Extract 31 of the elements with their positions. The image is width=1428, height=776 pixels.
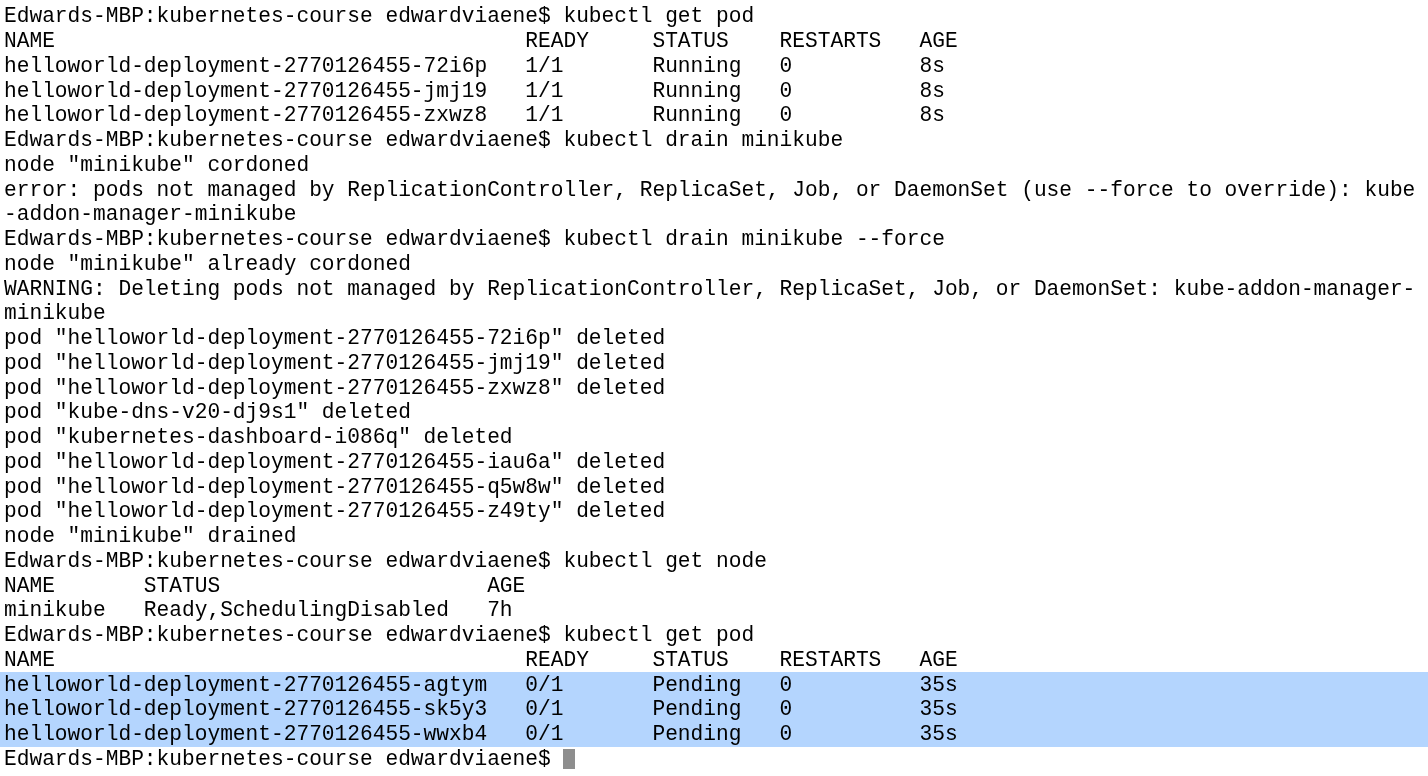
terminal-line: pod "helloworld-deployment-2770126455-72i6p" deleted <box>4 326 666 351</box>
terminal-line: Edwards-MBP:kubernetes-course edwardviaene$ kubectl get node <box>4 548 767 573</box>
terminal-line: Edwards-MBP:kubernetes-course edwardviaene$ kubectl get pod <box>4 623 755 648</box>
terminal-line: node "minikube" cordoned <box>4 152 310 177</box>
terminal-line: helloworld-deployment-2770126455-jmj19 1/1 Running 0 8s <box>4 78 945 103</box>
terminal-line: Edwards-MBP:kubernetes-course edwardviaene$ kubectl drain minikube --force <box>4 227 945 252</box>
terminal-line: pod "helloworld-deployment-2770126455-zxwz8" deleted <box>4 375 666 400</box>
terminal-line: Edwards-MBP:kubernetes-course edwardviaene$ kubectl drain minikube <box>4 128 844 153</box>
terminal-line: -addon-manager-minikube <box>4 202 297 227</box>
terminal-line: helloworld-deployment-2770126455-sk5y3 0/1 Pending 0 35s <box>4 697 958 722</box>
terminal-line: NAME STATUS AGE <box>4 573 526 598</box>
terminal-line: pod "helloworld-deployment-2770126455-jmj19" deleted <box>4 350 666 375</box>
terminal-line: helloworld-deployment-2770126455-72i6p 1/1 Running 0 8s <box>4 53 945 78</box>
terminal-line: pod "kubernetes-dashboard-i086q" deleted <box>4 425 513 450</box>
terminal-line: helloworld-deployment-2770126455-agtym 0/1 Pending 0 35s <box>4 672 958 697</box>
terminal-line: minikube <box>4 301 106 326</box>
terminal-line: NAME READY STATUS RESTARTS AGE <box>4 647 958 672</box>
terminal-line: helloworld-deployment-2770126455-zxwz8 1/1 Running 0 8s <box>4 103 945 128</box>
terminal-line: Edwards-MBP:kubernetes-course edwardviaene$ <box>4 746 551 771</box>
terminal-line: node "minikube" already cordoned <box>4 251 411 276</box>
terminal-line: minikube Ready,SchedulingDisabled 7h <box>4 598 513 623</box>
terminal-line: WARNING: Deleting pods not managed by ReplicationController, ReplicaSet, Job, or DaemonSet: kube-addon-manager- <box>4 276 1416 301</box>
terminal-line: helloworld-deployment-2770126455-wwxb4 0/1 Pending 0 35s <box>4 722 958 747</box>
terminal-line: pod "helloworld-deployment-2770126455-q5w8w" deleted <box>4 474 666 499</box>
terminal-line: NAME READY STATUS RESTARTS AGE <box>4 29 958 54</box>
terminal-line: pod "helloworld-deployment-2770126455-z49ty" deleted <box>4 499 666 524</box>
terminal-line: Edwards-MBP:kubernetes-course edwardviaene$ kubectl get pod <box>4 4 755 29</box>
terminal-line: error: pods not managed by ReplicationController, ReplicaSet, Job, or DaemonSet (use --force to override): kube <box>4 177 1416 202</box>
terminal-line: pod "helloworld-deployment-2770126455-iau6a" deleted <box>4 449 666 474</box>
terminal-line: node "minikube" drained <box>4 524 297 549</box>
terminal-line: pod "kube-dns-v20-dj9s1" deleted <box>4 400 411 425</box>
